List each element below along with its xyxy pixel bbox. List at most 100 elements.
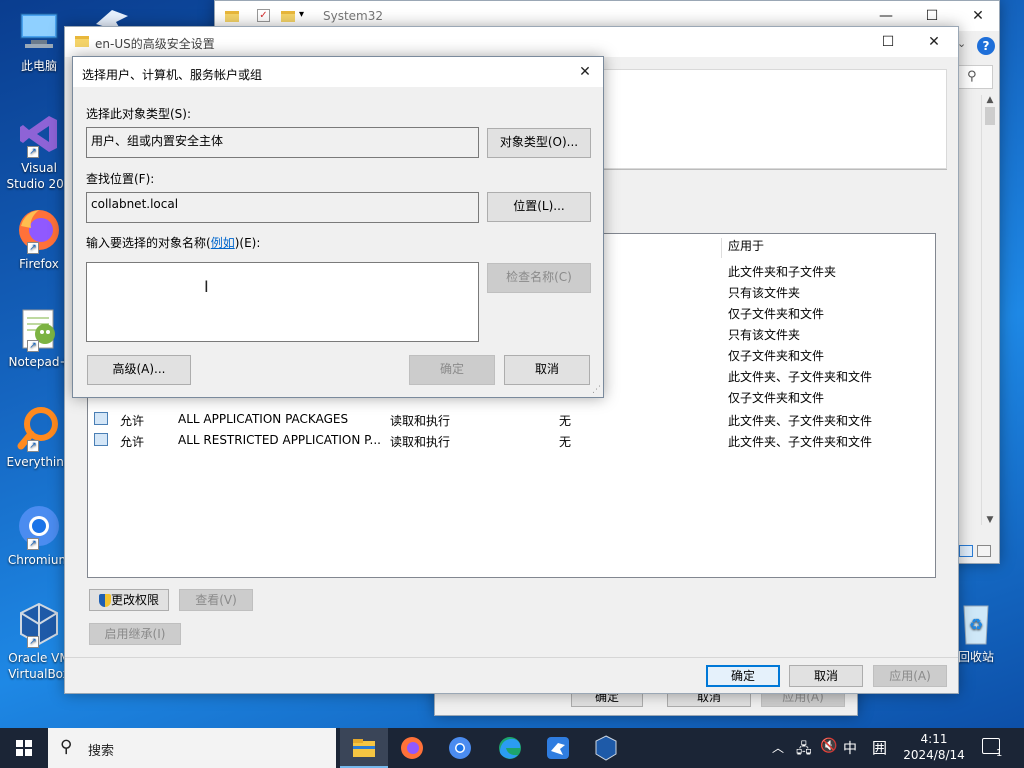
- table-row[interactable]: 允许 ALL RESTRICTED APPLICATION P... 读取和执行…: [88, 430, 935, 451]
- network-icon[interactable]: 🖧: [796, 738, 812, 762]
- change-permissions-button[interactable]: 更改权限: [89, 589, 169, 611]
- shortcut-arrow-icon: ↗: [27, 242, 39, 254]
- principal-icon: [94, 433, 108, 446]
- help-icon[interactable]: ?: [977, 37, 995, 55]
- enter-names-label: 输入要选择的对象名称(例如)(E):: [86, 234, 260, 251]
- applies-cell: 此文件夹和子文件夹: [728, 265, 837, 279]
- notification-count: 1: [996, 748, 1003, 759]
- select-user-titlebar[interactable]: 选择用户、计算机、服务帐户或组 ✕: [73, 57, 603, 87]
- virtualbox-icon: ↗: [15, 600, 63, 648]
- resize-grip-icon[interactable]: ⋰: [592, 385, 601, 395]
- applies-cell: 只有该文件夹: [728, 286, 801, 300]
- select-user-dialog: 选择用户、计算机、服务帐户或组 ✕ 选择此对象类型(S): 用户、组或内置安全主…: [72, 56, 604, 398]
- applies-cell: 仅子文件夹和文件: [728, 307, 825, 321]
- enter-names-label-suffix: )(E):: [234, 236, 261, 250]
- windows-logo-icon: [16, 740, 32, 756]
- entry-access: 读取和执行: [390, 414, 451, 428]
- entry-inherited: 无: [559, 435, 572, 449]
- checkbox-icon[interactable]: ✓: [257, 9, 270, 22]
- entry-type: 允许: [120, 414, 145, 428]
- entry-type: 允许: [120, 435, 145, 449]
- svg-text:♻: ♻: [969, 615, 983, 634]
- check-names-button[interactable]: 检查名称(C): [487, 263, 591, 293]
- entry-principal: ALL RESTRICTED APPLICATION P...: [178, 433, 381, 447]
- start-button[interactable]: [0, 728, 48, 768]
- shortcut-arrow-icon: ↗: [27, 440, 39, 452]
- shortcut-arrow-icon: ↗: [27, 146, 39, 158]
- taskbar-bird-app[interactable]: [534, 728, 582, 768]
- firefox-icon: [401, 737, 423, 759]
- maximize-button[interactable]: ☐: [865, 27, 911, 57]
- entry-applies: 此文件夹、子文件夹和文件: [728, 414, 873, 428]
- object-names-input[interactable]: [86, 262, 479, 342]
- cancel-button[interactable]: 取消: [789, 665, 863, 687]
- search-placeholder: 搜索: [88, 744, 115, 759]
- clock[interactable]: 4:11 2024/8/14: [900, 731, 968, 763]
- chromium-icon: [449, 737, 471, 759]
- window-title: en-US的高级安全设置: [95, 37, 215, 51]
- entry-applies: 此文件夹、子文件夹和文件: [728, 435, 873, 449]
- virtualbox-icon: [595, 735, 617, 761]
- uac-shield-icon: [98, 594, 111, 607]
- location-button[interactable]: 位置(L)...: [487, 192, 591, 222]
- close-button[interactable]: ✕: [911, 27, 957, 57]
- examples-link[interactable]: 例如: [211, 236, 235, 250]
- show-hidden-icons-icon[interactable]: ︿: [772, 739, 784, 756]
- folder-icon: [75, 36, 89, 47]
- table-row[interactable]: 允许 ALL APPLICATION PACKAGES 读取和执行 无 此文件夹…: [88, 409, 935, 430]
- applies-cell: 仅子文件夹和文件: [728, 391, 825, 405]
- close-button[interactable]: ✕: [955, 1, 1001, 31]
- volume-muted-icon[interactable]: 🔇: [820, 738, 837, 754]
- edge-icon: [499, 737, 521, 759]
- chromium-icon: ↗: [15, 502, 63, 550]
- separator: [65, 657, 958, 658]
- search-box[interactable]: ⚲: [957, 65, 993, 89]
- vertical-scrollbar[interactable]: ▲ ▼: [981, 95, 998, 525]
- ok-button[interactable]: 确定: [706, 665, 780, 687]
- dialog-title: 选择用户、计算机、服务帐户或组: [82, 68, 263, 82]
- scroll-thumb[interactable]: [985, 107, 995, 125]
- scroll-down-icon[interactable]: ▼: [982, 515, 998, 525]
- applies-cell: 只有该文件夹: [728, 328, 801, 342]
- scroll-up-icon[interactable]: ▲: [982, 95, 998, 105]
- principal-icon: [94, 412, 108, 425]
- advanced-security-titlebar[interactable]: en-US的高级安全设置 ☐ ✕: [65, 27, 958, 57]
- applies-cell: 此文件夹、子文件夹和文件: [728, 370, 873, 384]
- entry-inherited: 无: [559, 414, 572, 428]
- advanced-button[interactable]: 高级(A)...: [87, 355, 191, 385]
- folder-icon: [225, 11, 239, 22]
- window-title: System32: [323, 9, 384, 23]
- location-label: 查找位置(F):: [86, 172, 155, 186]
- view-button[interactable]: 查看(V): [179, 589, 253, 611]
- taskbar: ⚲ 搜索 ︿ 🖧 🔇 中 囲 4:11 2024/8/14 1: [0, 728, 1024, 768]
- shortcut-arrow-icon: ↗: [27, 538, 39, 550]
- taskbar-chromium[interactable]: [436, 728, 484, 768]
- object-type-label: 选择此对象类型(S):: [86, 107, 192, 121]
- close-button[interactable]: ✕: [567, 57, 603, 87]
- entry-access: 读取和执行: [390, 435, 451, 449]
- recycle-bin-icon: ♻: [956, 600, 996, 648]
- large-icons-view-icon[interactable]: [977, 545, 991, 557]
- taskbar-search-box[interactable]: ⚲ 搜索: [48, 728, 336, 768]
- taskbar-firefox[interactable]: [388, 728, 436, 768]
- cancel-button[interactable]: 取消: [504, 355, 590, 385]
- details-view-icon[interactable]: [959, 545, 973, 557]
- applies-cell: 仅子文件夹和文件: [728, 349, 825, 363]
- disable-inheritance-button[interactable]: 启用继承(I): [89, 623, 181, 645]
- entry-principal: ALL APPLICATION PACKAGES: [178, 412, 349, 426]
- dropdown-arrow-icon[interactable]: ▾: [299, 9, 304, 20]
- search-icon: ⚲: [60, 737, 73, 757]
- notepad-plus-icon: ↗: [15, 304, 63, 352]
- taskbar-virtualbox[interactable]: [582, 728, 630, 768]
- ime-mode-icon[interactable]: 囲: [872, 737, 887, 758]
- change-permissions-label: 更改权限: [110, 593, 159, 607]
- object-types-button[interactable]: 对象类型(O)...: [487, 128, 591, 158]
- apply-button[interactable]: 应用(A): [873, 665, 947, 687]
- everything-search-icon: ↗: [15, 404, 63, 452]
- ok-button[interactable]: 确定: [409, 355, 495, 385]
- taskbar-file-explorer[interactable]: [340, 728, 388, 768]
- column-header-applies-to[interactable]: 应用于: [721, 238, 764, 258]
- ime-indicator[interactable]: 中: [843, 738, 857, 758]
- visual-studio-icon: ↗: [15, 110, 63, 158]
- taskbar-edge[interactable]: [486, 728, 534, 768]
